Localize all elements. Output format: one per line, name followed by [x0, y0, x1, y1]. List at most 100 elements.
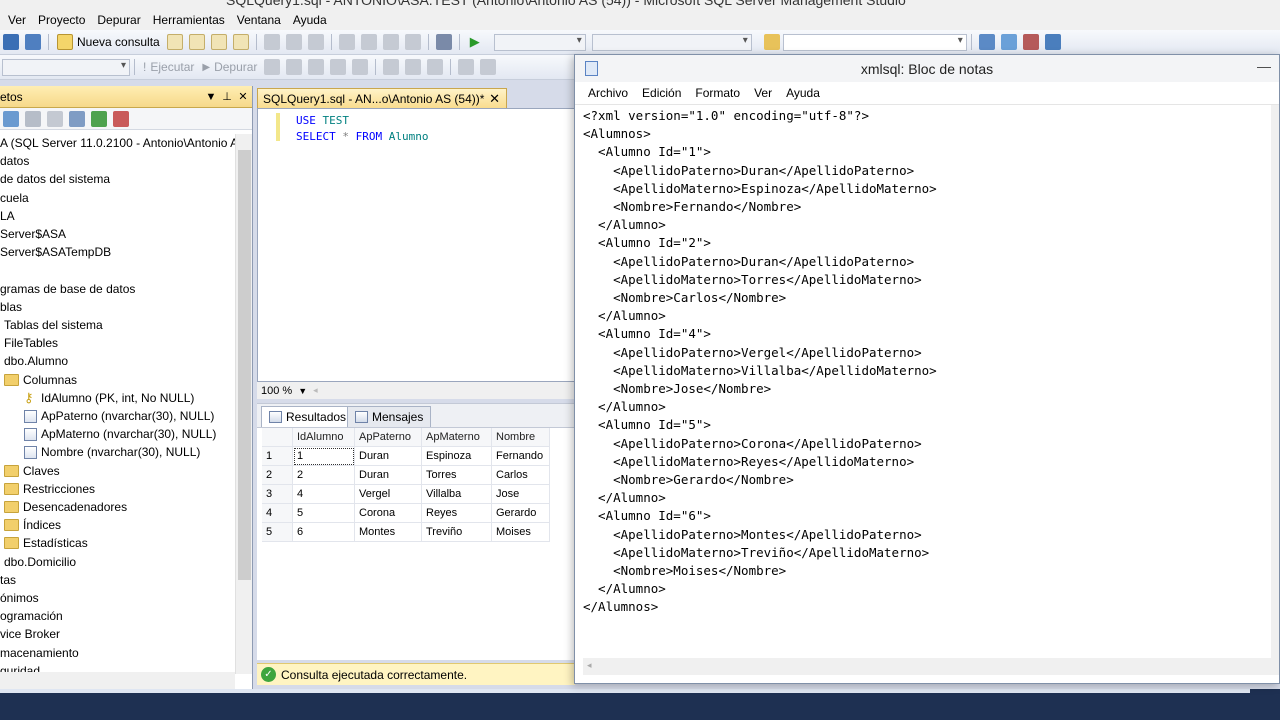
column-header[interactable]: Nombre — [492, 428, 550, 447]
table-cell[interactable]: Espinoza — [422, 447, 492, 466]
tree-item[interactable]: macenamiento — [0, 644, 79, 662]
table-row[interactable]: 1 1 Duran Espinoza Fernando — [262, 447, 550, 466]
find-combo[interactable] — [782, 33, 967, 51]
table-cell[interactable]: Fernando — [492, 447, 550, 466]
results-grid[interactable]: IdAlumno ApPaterno ApMaterno Nombre 1 1 Du… — [257, 427, 575, 660]
tree-item[interactable]: A (SQL Server 11.0.2100 - Antonio\Antoni… — [0, 134, 235, 152]
pin-icon[interactable]: ⊥ — [220, 90, 234, 103]
column-header[interactable]: IdAlumno — [293, 428, 355, 447]
xmla-query-icon[interactable] — [232, 34, 249, 50]
tree-item[interactable]: Tablas del sistema — [4, 316, 103, 334]
menu-proyecto[interactable]: Proyecto — [32, 13, 91, 27]
tree-item[interactable]: ApPaterno (nvarchar(30), NULL) — [24, 407, 214, 425]
table-cell[interactable]: 5 — [293, 504, 355, 523]
table-cell[interactable]: Corona — [355, 504, 422, 523]
stop-icon[interactable] — [47, 110, 63, 127]
mdx-query-icon[interactable] — [210, 34, 227, 50]
menu-ventana[interactable]: Ventana — [231, 13, 287, 27]
parse-icon[interactable] — [286, 59, 303, 75]
notepad-title-bar[interactable]: xmlsql: Bloc de notas — — [575, 55, 1279, 82]
find-in-files-icon[interactable] — [763, 34, 780, 50]
tree-item[interactable]: Desencadenadores — [4, 498, 127, 516]
table-cell[interactable]: Montes — [355, 523, 422, 542]
scroll-left-icon[interactable]: ◂ — [587, 660, 592, 671]
tree-item[interactable]: dbo.Domicilio — [4, 553, 76, 571]
table-cell[interactable]: 4 — [293, 485, 355, 504]
results-to-file-icon[interactable] — [427, 59, 444, 75]
tab-mensajes[interactable]: Mensajes — [347, 406, 432, 427]
save-all-icon[interactable] — [25, 34, 41, 50]
tree-item[interactable]: dbo.Alumno — [4, 352, 68, 370]
tree-item[interactable]: cuela — [0, 189, 29, 207]
new-query-button[interactable]: Nueva consulta — [53, 34, 164, 50]
table-row[interactable]: 4 5 Corona Reyes Gerardo — [262, 504, 550, 523]
object-explorer-icon[interactable] — [1000, 34, 1017, 50]
table-cell[interactable]: Reyes — [422, 504, 492, 523]
table-cell[interactable]: Treviño — [422, 523, 492, 542]
undo-icon[interactable] — [338, 34, 355, 50]
debug-button[interactable]: ▶ Depurar — [198, 60, 261, 74]
notepad-text-area[interactable]: <?xml version="1.0" encoding="utf-8"?> <A… — [583, 107, 1268, 658]
tree-item[interactable]: de datos del sistema — [0, 170, 110, 188]
uncomment-icon[interactable] — [480, 59, 497, 75]
table-cell[interactable]: Duran — [355, 466, 422, 485]
sql-editor[interactable]: USE TEST SELECT * FROM Alumno — [257, 108, 575, 382]
tree-item[interactable]: LA — [0, 207, 15, 225]
results-to-grid-icon[interactable] — [405, 59, 422, 75]
column-header[interactable]: ApPaterno — [355, 428, 422, 447]
intellisense-icon[interactable] — [330, 59, 347, 75]
activity-monitor-icon[interactable] — [435, 34, 452, 50]
menu-ver[interactable]: Ver — [0, 13, 32, 27]
registered-servers-icon[interactable] — [978, 34, 995, 50]
activity-icon[interactable] — [113, 110, 129, 127]
row-number[interactable]: 1 — [262, 447, 293, 466]
save-icon[interactable] — [3, 34, 19, 50]
tree-item[interactable]: Server$ASA — [0, 225, 66, 243]
table-cell[interactable]: Duran — [355, 447, 422, 466]
row-number[interactable]: 4 — [262, 504, 293, 523]
object-explorer-vscrollbar[interactable] — [235, 134, 252, 674]
tools-icon[interactable] — [1022, 34, 1039, 50]
table-cell[interactable]: 1 — [293, 447, 355, 466]
row-number[interactable]: 3 — [262, 485, 293, 504]
cut-icon[interactable] — [263, 34, 280, 50]
solution-config-dropdown[interactable] — [493, 33, 586, 51]
table-cell[interactable]: Villalba — [422, 485, 492, 504]
menu-edicion[interactable]: Edición — [635, 86, 688, 100]
table-cell[interactable]: Carlos — [492, 466, 550, 485]
analysis-query-icon[interactable] — [188, 34, 205, 50]
tree-item[interactable]: Columnas — [4, 371, 77, 389]
dropdown-arrow-icon[interactable]: ▼ — [204, 91, 218, 103]
object-explorer-hscrollbar[interactable] — [0, 672, 235, 689]
row-number[interactable]: 5 — [262, 523, 293, 542]
paste-icon[interactable] — [307, 34, 324, 50]
close-tab-icon[interactable]: ✕ — [489, 91, 500, 107]
zoom-dropdown-icon[interactable]: ▼ — [298, 386, 307, 396]
table-cell[interactable]: Torres — [422, 466, 492, 485]
tree-item[interactable]: ogramación — [0, 607, 63, 625]
notepad-hscrollbar[interactable]: ◂ — [583, 658, 1273, 675]
tree-item[interactable]: Server$ASATempDB — [0, 243, 111, 261]
table-cell[interactable]: Gerardo — [492, 504, 550, 523]
table-row[interactable]: 2 2 Duran Torres Carlos — [262, 466, 550, 485]
db-query-icon[interactable] — [166, 34, 183, 50]
tree-item[interactable]: Nombre (nvarchar(30), NULL) — [24, 443, 200, 461]
scroll-left-icon[interactable]: ◂ — [313, 385, 318, 396]
comment-icon[interactable] — [458, 59, 475, 75]
tree-item[interactable]: tas — [0, 571, 16, 589]
connect-icon[interactable] — [3, 110, 19, 127]
menu-archivo[interactable]: Archivo — [581, 86, 635, 100]
tree-item[interactable]: FileTables — [4, 334, 58, 352]
table-cell[interactable]: Vergel — [355, 485, 422, 504]
estimated-plan-icon[interactable] — [308, 59, 325, 75]
table-cell[interactable]: 2 — [293, 466, 355, 485]
tree-item[interactable]: Índices — [4, 516, 61, 534]
query-document-tab[interactable]: SQLQuery1.sql - AN...o\Antonio AS (54))*… — [257, 88, 507, 108]
menu-formato[interactable]: Formato — [688, 86, 747, 100]
notepad-vscrollbar[interactable] — [1271, 105, 1279, 675]
table-row[interactable]: 3 4 Vergel Villalba Jose — [262, 485, 550, 504]
redo-icon[interactable] — [360, 34, 377, 50]
minimize-icon[interactable]: — — [1257, 58, 1271, 74]
column-header[interactable]: ApMaterno — [422, 428, 492, 447]
navigate-forward-icon[interactable] — [404, 34, 421, 50]
